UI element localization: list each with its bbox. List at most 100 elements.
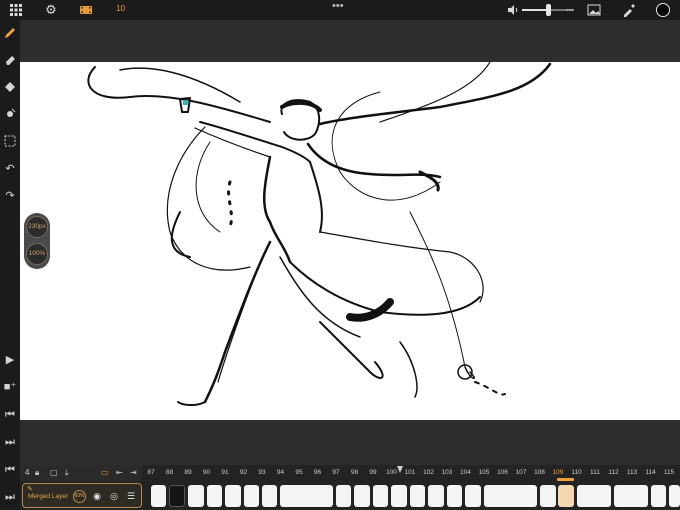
fill-bucket-icon[interactable] (3, 80, 17, 94)
eraser-tool-icon[interactable] (3, 53, 17, 67)
frame-cell[interactable] (354, 485, 370, 507)
ruler-label: 111 (590, 469, 600, 476)
layer-thumb-icon[interactable]: ▢ (50, 468, 58, 477)
volume-slider-knob[interactable] (546, 4, 551, 16)
more-menu-icon[interactable]: ••• (332, 0, 344, 12)
gallery-grid-icon[interactable] (9, 3, 23, 17)
top-bar: ⚙ 10 ••• ▪▪▪ (0, 0, 680, 20)
ruler-label: 99 (369, 469, 377, 476)
ruler-label: 98 (350, 469, 359, 476)
last-frame-icon[interactable]: ⏭ (3, 435, 17, 449)
ruler-label: 106 (497, 469, 508, 476)
ruler-label: 101 (404, 469, 416, 476)
selection-tool-icon[interactable] (3, 134, 17, 148)
ruler-label: 89 (184, 469, 192, 476)
ruler-label: 102 (423, 469, 434, 476)
ruler-label: 112 (608, 469, 619, 476)
pencil-tool-icon[interactable] (3, 26, 17, 40)
volume-ticks-icon: ▪▪▪ (566, 7, 574, 14)
onion-count[interactable]: 4 (25, 468, 29, 477)
frame-cell[interactable] (540, 485, 556, 507)
frame-cell[interactable] (373, 485, 388, 507)
ruler-label: 92 (239, 469, 248, 476)
skip-back-icon[interactable]: ⏮ (3, 463, 17, 477)
hamburger-menu-icon[interactable]: ☰ (125, 490, 137, 502)
frame-cell[interactable] (669, 485, 680, 507)
current-color-swatch[interactable] (656, 3, 670, 17)
brush-size-button[interactable]: 230px (26, 216, 48, 238)
lock-icon[interactable]: 🔒︎ (35, 468, 39, 478)
frame-cells (147, 485, 680, 507)
ruler-label: 95 (295, 469, 303, 476)
ruler-label: 108 (534, 469, 545, 476)
frame-cell[interactable] (262, 485, 277, 507)
ruler-label: 107 (515, 469, 527, 476)
frame-cell[interactable] (410, 485, 425, 507)
pencil-icon: ✎ (27, 486, 33, 493)
drawing-canvas[interactable] (20, 62, 680, 420)
ruler-label-current: 109 (552, 469, 564, 476)
layer-card[interactable]: ✎ Merged Layer 60% ◉ ◎ ☰ (22, 483, 142, 508)
undo-icon[interactable]: ↶ (3, 162, 17, 176)
frame-strip-icon[interactable]: ▭ (101, 468, 109, 477)
left-toolbar: ↶ ↷ ▶ ■⁺ ⏮ ⏭ ⏮ ⏭ (0, 20, 20, 510)
frame-cell[interactable] (465, 485, 481, 507)
redo-icon[interactable]: ↷ (3, 189, 17, 203)
frame-cell[interactable] (651, 485, 666, 507)
frame-cell[interactable] (207, 485, 222, 507)
ruler-label: 93 (258, 469, 266, 476)
frame-count: 10 (116, 4, 125, 13)
volume-fill (522, 9, 548, 11)
brush-controls: 230px 100% (24, 213, 50, 269)
frame-cell[interactable] (244, 485, 259, 507)
smudge-tool-icon[interactable] (3, 107, 17, 121)
layer-name: Merged Layer (28, 493, 69, 500)
ruler-label: 113 (626, 469, 638, 476)
frame-cell-selected[interactable] (558, 485, 574, 507)
ruler-label: 105 (478, 469, 490, 476)
onion-skin-icon[interactable]: ◎ (108, 490, 120, 502)
layer-opacity-badge[interactable]: 60% (73, 490, 86, 503)
ruler-label: 88 (165, 469, 174, 476)
frame-cell[interactable] (577, 485, 611, 507)
first-frame-icon[interactable]: ⏮ (3, 408, 17, 422)
frame-cell[interactable] (336, 485, 351, 507)
brush-opacity-button[interactable]: 100% (26, 243, 48, 265)
frame-cell[interactable] (280, 485, 333, 507)
ruler-label: 94 (276, 469, 285, 476)
ruler-label: 97 (332, 469, 340, 476)
add-frame-icon[interactable]: ■⁺ (3, 380, 17, 394)
ruler-label: 100 (386, 469, 397, 476)
play-icon[interactable]: ▶ (3, 353, 17, 367)
ruler-label: 96 (313, 469, 322, 476)
fit-frames-icon[interactable]: ⇤ (116, 468, 123, 477)
frame-cell[interactable] (391, 485, 407, 507)
frame-cell[interactable] (428, 485, 444, 507)
ruler-label: 90 (202, 469, 211, 476)
ruler-label: 103 (441, 469, 453, 476)
ruler-label: 110 (571, 469, 582, 476)
frame-cell[interactable] (447, 485, 462, 507)
current-frame-marker (557, 478, 574, 481)
eyedropper-icon[interactable] (622, 3, 636, 17)
frame-cell[interactable] (484, 485, 537, 507)
frame-cell[interactable] (225, 485, 241, 507)
skip-forward-icon[interactable]: ⏭ (3, 490, 17, 504)
speaker-icon[interactable] (506, 3, 520, 17)
frame-cell[interactable] (188, 485, 204, 507)
reference-image-icon[interactable] (587, 3, 601, 17)
frame-ruler[interactable]: 87 88 89 90 91 92 93 94 95 96 97 98 99 1… (142, 465, 680, 481)
ruler-label: 87 (147, 469, 155, 476)
frame-cell[interactable] (151, 485, 166, 507)
gear-icon[interactable]: ⚙ (44, 3, 58, 17)
import-icon[interactable]: ⤓ (65, 468, 69, 478)
sketch-artwork (87, 62, 552, 406)
expand-frames-icon[interactable]: ⇥ (130, 468, 137, 477)
ruler-label: 104 (460, 469, 471, 476)
frame-cell-empty[interactable] (169, 485, 185, 507)
ruler-label: 91 (221, 469, 229, 476)
filmstrip-icon[interactable] (79, 3, 93, 17)
frame-cell[interactable] (614, 485, 648, 507)
eye-icon[interactable]: ◉ (91, 490, 103, 502)
timeline-header: 4 🔒︎ ▢ ⤓ ▭ ⇤ ⇥ (20, 465, 142, 481)
